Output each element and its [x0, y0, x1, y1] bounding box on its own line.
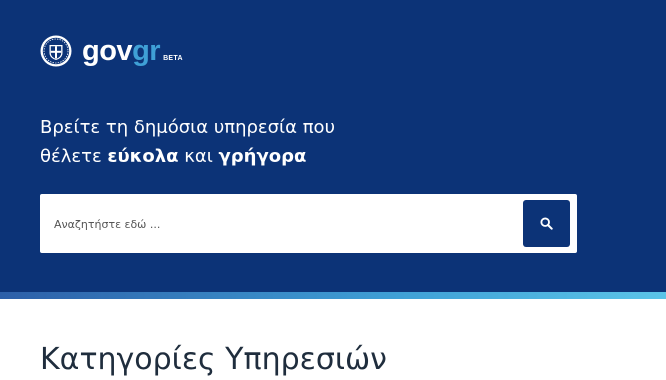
beta-badge: BETA	[163, 55, 183, 62]
tagline-text: και	[178, 146, 219, 167]
govgr-wordmark: gov gr BETA	[82, 36, 183, 66]
search-icon	[540, 217, 553, 230]
govgr-logo-link[interactable]: gov gr BETA	[40, 34, 183, 68]
search-button[interactable]	[523, 200, 570, 247]
tagline-line-2: θέλετε εύκολα και γρήγορα	[40, 142, 335, 171]
tagline-bold-easily: εύκολα	[107, 146, 179, 167]
wordmark-gr: gr	[132, 35, 161, 67]
tagline-bold-quickly: γρήγορα	[218, 146, 307, 167]
tagline-line-1: Βρείτε τη δημόσια υπηρεσία που	[40, 117, 335, 138]
tagline-text: θέλετε	[40, 146, 108, 167]
greek-coat-of-arms-icon	[40, 35, 72, 67]
wordmark-gov: gov	[82, 35, 133, 67]
hero-divider-stripe	[0, 292, 666, 299]
hero-tagline: Βρείτε τη δημόσια υπηρεσία που θέλετε εύ…	[40, 113, 335, 171]
section-title: Κατηγορίες Υπηρεσιών	[40, 342, 387, 377]
search-input[interactable]	[54, 213, 514, 235]
search-form	[40, 194, 577, 253]
hero-banner: gov gr BETA Βρείτε τη δημόσια υπηρεσία που…	[0, 0, 666, 292]
